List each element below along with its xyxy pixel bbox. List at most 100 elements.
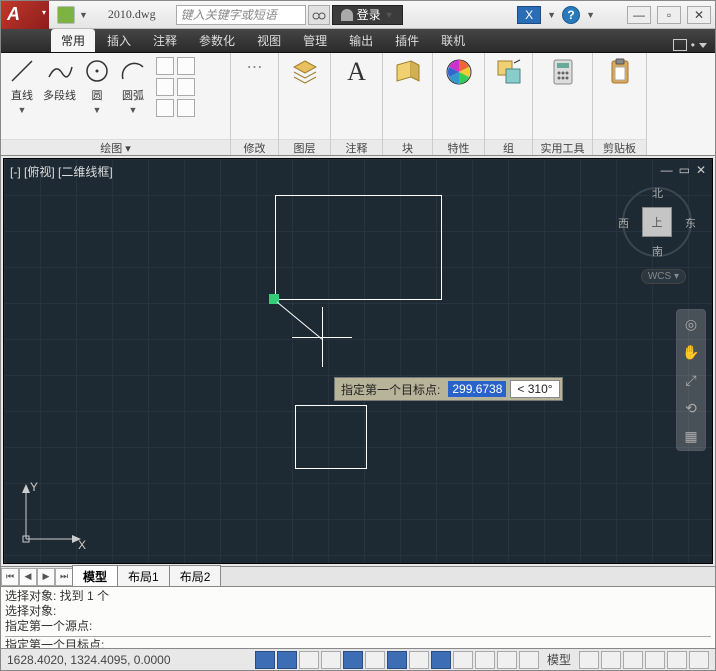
ellipse-button[interactable] xyxy=(156,78,174,96)
clipboard-icon[interactable] xyxy=(605,57,635,87)
block-icon[interactable] xyxy=(393,57,423,87)
status-tray-button[interactable] xyxy=(667,651,687,669)
circle-button[interactable]: 圆 ▼ xyxy=(82,57,112,115)
status-tray-button[interactable] xyxy=(645,651,665,669)
qat-dropdown-icon[interactable]: ▼ xyxy=(79,10,88,20)
layout-tab-1[interactable]: 布局1 xyxy=(117,565,170,588)
status-grid-button[interactable] xyxy=(277,651,297,669)
panel-clipboard: 剪贴板 xyxy=(593,53,647,155)
ucs-icon: X Y xyxy=(16,479,86,549)
modify-expand-icon[interactable]: ⋯ xyxy=(247,57,263,77)
help-button[interactable]: ? xyxy=(562,6,580,24)
tab-parametric[interactable]: 参数化 xyxy=(189,29,245,52)
status-snap-button[interactable] xyxy=(255,651,275,669)
selection-grip[interactable] xyxy=(269,294,279,304)
tab-home[interactable]: 常用 xyxy=(51,29,95,52)
layout-prev-button[interactable]: ◀ xyxy=(19,568,37,586)
ribbon-state-icon[interactable] xyxy=(673,39,687,51)
tab-output[interactable]: 输出 xyxy=(339,29,383,52)
panel-draw-label[interactable]: 绘图 ▾ xyxy=(1,139,230,155)
point-button[interactable] xyxy=(156,99,174,117)
ribbon-minimize-icon[interactable] xyxy=(699,43,707,48)
rect-button[interactable] xyxy=(156,57,174,75)
minimize-button[interactable]: — xyxy=(627,6,651,24)
viewport-minimize-icon[interactable]: — xyxy=(661,163,673,177)
draw-small-buttons xyxy=(156,57,195,117)
dynamic-input-label: 指定第一个目标点: xyxy=(337,381,444,398)
status-qp-button[interactable] xyxy=(497,651,517,669)
status-ortho-button[interactable] xyxy=(299,651,319,669)
full-nav-wheel-icon[interactable]: ◎ xyxy=(681,314,701,334)
zoom-extents-icon[interactable]: ⤢ xyxy=(681,370,701,390)
layers-icon[interactable] xyxy=(290,57,320,87)
dynamic-input-angle[interactable]: < 310° xyxy=(510,380,559,398)
tab-plugins[interactable]: 插件 xyxy=(385,29,429,52)
status-tray-button[interactable] xyxy=(579,651,599,669)
arc-button[interactable]: 圆弧 ▼ xyxy=(118,57,148,115)
status-tray-button[interactable] xyxy=(601,651,621,669)
search-button[interactable] xyxy=(308,5,330,25)
viewport-label[interactable]: [-] [俯视] [二维线框] xyxy=(10,163,113,180)
status-sc-button[interactable] xyxy=(519,651,539,669)
status-tray-button[interactable] xyxy=(623,651,643,669)
coordinates-readout[interactable]: 1628.4020, 1324.4095, 0.0000 xyxy=(7,653,171,667)
command-window[interactable]: 选择对象: 找到 1 个 选择对象: 指定第一个源点: 指定第一个目标点: xyxy=(1,586,715,648)
layout-next-button[interactable]: ▶ xyxy=(37,568,55,586)
arc-icon xyxy=(119,57,147,85)
layout-tab-model[interactable]: 模型 xyxy=(72,565,118,588)
status-otrack-button[interactable] xyxy=(387,651,407,669)
status-polar-button[interactable] xyxy=(321,651,341,669)
status-tpy-button[interactable] xyxy=(475,651,495,669)
search-input[interactable]: 键入关键字或短语 xyxy=(176,5,306,25)
chevron-down-icon: ▼ xyxy=(93,105,102,115)
color-wheel-icon[interactable] xyxy=(444,57,474,87)
app-menu-button[interactable] xyxy=(1,1,49,29)
status-tray-button[interactable] xyxy=(689,651,709,669)
status-ducs-button[interactable] xyxy=(409,651,429,669)
layout-last-button[interactable]: ⏭ xyxy=(55,568,73,586)
maximize-button[interactable]: ▫ xyxy=(657,6,681,24)
wcs-dropdown[interactable]: WCS ▾ xyxy=(641,269,686,284)
drawn-rectangle-small[interactable] xyxy=(295,405,367,469)
drawn-rectangle-large[interactable] xyxy=(275,195,442,300)
orbit-icon[interactable]: ⟲ xyxy=(681,398,701,418)
status-osnap-button[interactable] xyxy=(343,651,363,669)
command-history-line: 选择对象: 找到 1 个 xyxy=(5,589,711,604)
line-button[interactable]: 直线 ▼ xyxy=(7,57,37,115)
close-button[interactable]: ✕ xyxy=(687,6,711,24)
region-button[interactable] xyxy=(177,99,195,117)
tab-view[interactable]: 视图 xyxy=(247,29,291,52)
drawing-canvas[interactable]: [-] [俯视] [二维线框] — ▭ ✕ 上 北 南 西 东 WCS ▾ ◎ … xyxy=(3,158,713,564)
layout-first-button[interactable]: ⏮ xyxy=(1,568,19,586)
chevron-down-icon[interactable]: ▼ xyxy=(547,10,556,20)
text-icon[interactable]: A xyxy=(347,57,366,87)
status-3dosnap-button[interactable] xyxy=(365,651,385,669)
view-cube[interactable]: 上 北 南 西 东 xyxy=(622,187,692,257)
spline-button[interactable] xyxy=(177,57,195,75)
status-model-label[interactable]: 模型 xyxy=(547,651,571,668)
status-dyn-button[interactable] xyxy=(431,651,451,669)
dynamic-input-distance[interactable]: 299.6738 xyxy=(448,381,506,397)
viewcube-top-face[interactable]: 上 xyxy=(642,207,672,237)
chevron-down-icon[interactable]: ▼ xyxy=(586,10,595,20)
calculator-icon[interactable] xyxy=(548,57,578,87)
layout-tab-2[interactable]: 布局2 xyxy=(169,565,222,588)
tab-manage[interactable]: 管理 xyxy=(293,29,337,52)
login-label: 登录 xyxy=(357,6,381,23)
login-button[interactable]: 登录 ▼ xyxy=(332,5,403,25)
document-title: 2010.dwg xyxy=(108,7,156,22)
showmotion-icon[interactable]: ▦ xyxy=(681,426,701,446)
tab-insert[interactable]: 插入 xyxy=(97,29,141,52)
tab-online[interactable]: 联机 xyxy=(431,29,475,52)
exchange-button[interactable]: X xyxy=(517,6,541,24)
command-input[interactable]: 指定第一个目标点: xyxy=(5,636,711,648)
status-lwt-button[interactable] xyxy=(453,651,473,669)
group-icon[interactable] xyxy=(494,57,524,87)
polyline-button[interactable]: 多段线 xyxy=(43,57,76,103)
pan-icon[interactable]: ✋ xyxy=(681,342,701,362)
qat-button[interactable] xyxy=(57,6,75,24)
tab-annotate[interactable]: 注释 xyxy=(143,29,187,52)
viewport-close-icon[interactable]: ✕ xyxy=(696,163,706,177)
viewport-maximize-icon[interactable]: ▭ xyxy=(679,163,690,177)
hatch-button[interactable] xyxy=(177,78,195,96)
